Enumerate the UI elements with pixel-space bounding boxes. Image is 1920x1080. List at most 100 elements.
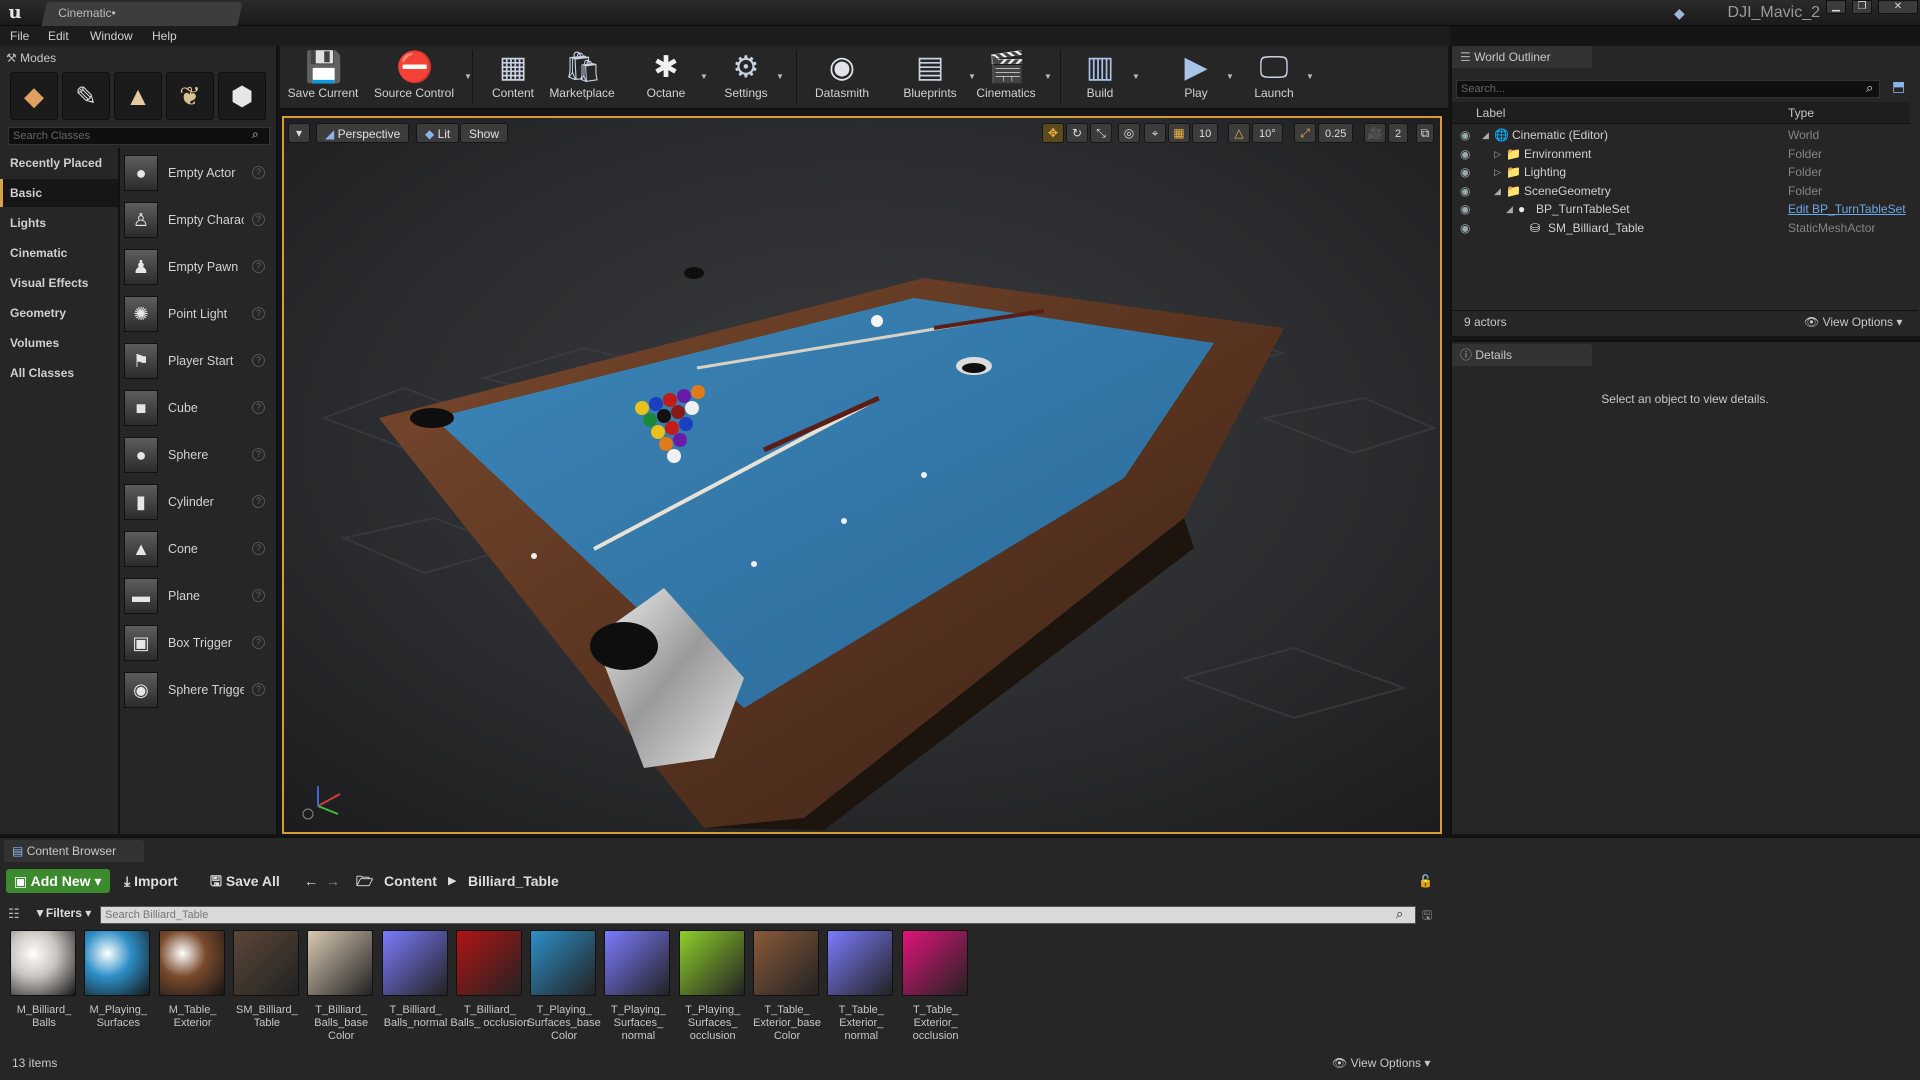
asset-tile[interactable]: T_Table_ Exterior_base Color <box>753 930 823 1048</box>
outliner-row[interactable]: ◉ ⛁ SM_Billiard_Table StaticMeshActor <box>1452 219 1910 237</box>
grid-snap-value[interactable]: 10 <box>1192 123 1219 143</box>
level-tab[interactable]: Cinematic• <box>41 2 243 26</box>
breadcrumb-billiard-table[interactable]: Billiard_Table <box>468 869 559 893</box>
cinematics-button[interactable]: 🎬 Cinematics <box>970 48 1042 108</box>
octane-button[interactable]: ✱ Octane <box>634 48 698 108</box>
dropdown-arrow-icon[interactable]: ▼ <box>776 72 784 81</box>
camera-speed-icon[interactable]: 🎥 <box>1364 123 1386 143</box>
help-icon[interactable]: ? <box>252 213 265 226</box>
play-button[interactable]: ▶ Play <box>1168 48 1224 108</box>
asset-tile[interactable]: T_Billiard_ Balls_base Color <box>307 930 377 1048</box>
camera-speed-value[interactable]: 2 <box>1388 123 1409 143</box>
asset-tile[interactable]: T_Playing_ Surfaces_ normal <box>604 930 674 1048</box>
scale-snap-icon[interactable]: ⤢ <box>1294 123 1316 143</box>
help-icon[interactable]: ? <box>252 495 265 508</box>
place-item[interactable]: ◉ Sphere Trigge? <box>124 669 272 711</box>
geometry-mode-icon[interactable]: ⬢ <box>218 72 266 120</box>
maximize-button[interactable]: ❐ <box>1852 0 1872 14</box>
dropdown-arrow-icon[interactable]: ▼ <box>464 72 472 81</box>
save-search-icon[interactable]: 🖫 <box>1422 906 1432 927</box>
place-mode-icon[interactable]: ◆ <box>10 72 58 120</box>
dropdown-arrow-icon[interactable]: ▼ <box>1044 72 1052 81</box>
place-item[interactable]: ▲ Cone? <box>124 528 272 570</box>
help-icon[interactable]: ? <box>252 542 265 555</box>
modes-tab[interactable]: ⚒ Modes <box>6 48 56 68</box>
asset-tile[interactable]: T_Playing_ Surfaces_base Color <box>527 930 601 1048</box>
level-viewport[interactable]: ▾ ◢ Perspective ◆ Lit Show ✥ ↻ ⤡ ◎ ⌖ ▦ 1… <box>282 116 1442 834</box>
perspective-button[interactable]: ◢ Perspective <box>316 123 410 143</box>
filters-button[interactable]: ▼Filters ▾ <box>34 906 91 920</box>
datasmith-button[interactable]: ◉ Datasmith <box>806 48 878 108</box>
category-all-classes[interactable]: All Classes <box>0 359 118 387</box>
visibility-eye-icon[interactable]: ◉ <box>1460 163 1470 181</box>
world-local-icon[interactable]: ◎ <box>1118 123 1140 143</box>
scale-tool-icon[interactable]: ⤡ <box>1090 123 1112 143</box>
place-item[interactable]: ● Sphere? <box>124 434 272 476</box>
help-icon[interactable]: ? <box>252 589 265 602</box>
surface-snap-icon[interactable]: ⌖ <box>1144 123 1166 143</box>
settings-button[interactable]: ⚙ Settings <box>718 48 774 108</box>
sources-toggle-icon[interactable]: ☷ <box>8 906 20 922</box>
menu-window[interactable]: Window <box>90 26 133 46</box>
expand-arrow-icon[interactable]: ◢ <box>1494 182 1501 200</box>
outliner-row[interactable]: ◉ ◢ 🌐 Cinematic (Editor) World <box>1452 126 1910 144</box>
help-icon[interactable]: ? <box>252 636 265 649</box>
details-tab[interactable]: ⓘ Details <box>1452 344 1592 366</box>
category-lights[interactable]: Lights <box>0 209 118 237</box>
outliner-row[interactable]: ◉ ◢ 📁 SceneGeometry Folder <box>1452 182 1910 200</box>
visibility-eye-icon[interactable]: ◉ <box>1460 182 1470 200</box>
rotation-snap-value[interactable]: 10° <box>1252 123 1283 143</box>
dropdown-arrow-icon[interactable]: ▼ <box>700 72 708 81</box>
outliner-search-input[interactable]: Search... <box>1456 80 1880 98</box>
category-geometry[interactable]: Geometry <box>0 299 118 327</box>
expand-arrow-icon[interactable]: ▷ <box>1494 163 1501 181</box>
help-icon[interactable]: ? <box>252 354 265 367</box>
scale-snap-value[interactable]: 0.25 <box>1318 123 1354 143</box>
add-folder-icon[interactable]: ⬒ <box>1892 78 1905 95</box>
blueprints-button[interactable]: ▤ Blueprints <box>894 48 966 108</box>
place-item[interactable]: ⚑ Player Start? <box>124 340 272 382</box>
save-current-button[interactable]: 💾 Save Current <box>284 48 362 108</box>
asset-tile[interactable]: T_Table_ Exterior_ normal <box>827 930 897 1048</box>
visibility-eye-icon[interactable]: ◉ <box>1460 145 1470 163</box>
rotation-snap-icon[interactable]: △ <box>1228 123 1250 143</box>
landscape-mode-icon[interactable]: ▲ <box>114 72 162 120</box>
help-icon[interactable]: ? <box>252 401 265 414</box>
label-column-header[interactable]: Label <box>1476 106 1505 120</box>
dropdown-arrow-icon[interactable]: ▼ <box>1226 72 1234 81</box>
expand-arrow-icon[interactable]: ◢ <box>1506 200 1513 218</box>
import-button[interactable]: ⤓ Import <box>124 869 178 893</box>
place-item[interactable]: ■ Cube? <box>124 387 272 429</box>
asset-tile[interactable]: T_Table_ Exterior_ occlusion <box>901 930 972 1048</box>
build-button[interactable]: ▥ Build <box>1070 48 1130 108</box>
maximize-viewport-icon[interactable]: ⧉ <box>1416 123 1434 143</box>
category-volumes[interactable]: Volumes <box>0 329 118 357</box>
category-recently-placed[interactable]: Recently Placed <box>0 149 118 177</box>
category-cinematic[interactable]: Cinematic <box>0 239 118 267</box>
forward-arrow-icon[interactable]: → <box>326 869 340 893</box>
launch-button[interactable]: 🖵 Launch <box>1244 48 1304 108</box>
asset-tile[interactable]: T_Playing_ Surfaces_ occlusion <box>678 930 749 1048</box>
help-icon[interactable]: ? <box>252 448 265 461</box>
asset-tile[interactable]: M_Table_ Exterior <box>158 930 229 1048</box>
lit-button[interactable]: ◆ Lit <box>416 123 460 143</box>
grid-snap-icon[interactable]: ▦ <box>1168 123 1190 143</box>
outliner-row[interactable]: ◉ ◢ ● BP_TurnTableSet Edit BP_TurnTableSet <box>1452 200 1910 218</box>
asset-tile[interactable]: M_Playing_ Surfaces <box>84 930 154 1048</box>
viewport-options-button[interactable]: ▾ <box>288 123 310 143</box>
translate-tool-icon[interactable]: ✥ <box>1042 123 1064 143</box>
close-button[interactable]: ✕ <box>1878 0 1918 14</box>
place-item[interactable]: ▮ Cylinder? <box>124 481 272 523</box>
marketplace-button[interactable]: 🛍 Marketplace <box>546 48 618 108</box>
help-icon[interactable]: ? <box>252 307 265 320</box>
menu-help[interactable]: Help <box>152 26 177 46</box>
help-icon[interactable]: ? <box>252 683 265 696</box>
outliner-view-options[interactable]: 👁 View Options ▾ <box>1804 311 1902 333</box>
save-all-button[interactable]: 🖫 Save All <box>210 869 280 893</box>
breadcrumb-content[interactable]: Content <box>384 869 437 893</box>
place-item[interactable]: ● Empty Actor? <box>124 152 272 194</box>
search-classes-input[interactable]: Search Classes <box>8 127 270 145</box>
world-outliner-tab[interactable]: ☰ World Outliner <box>1452 46 1592 68</box>
type-column-header[interactable]: Type <box>1788 106 1814 120</box>
visibility-eye-icon[interactable]: ◉ <box>1460 126 1470 144</box>
